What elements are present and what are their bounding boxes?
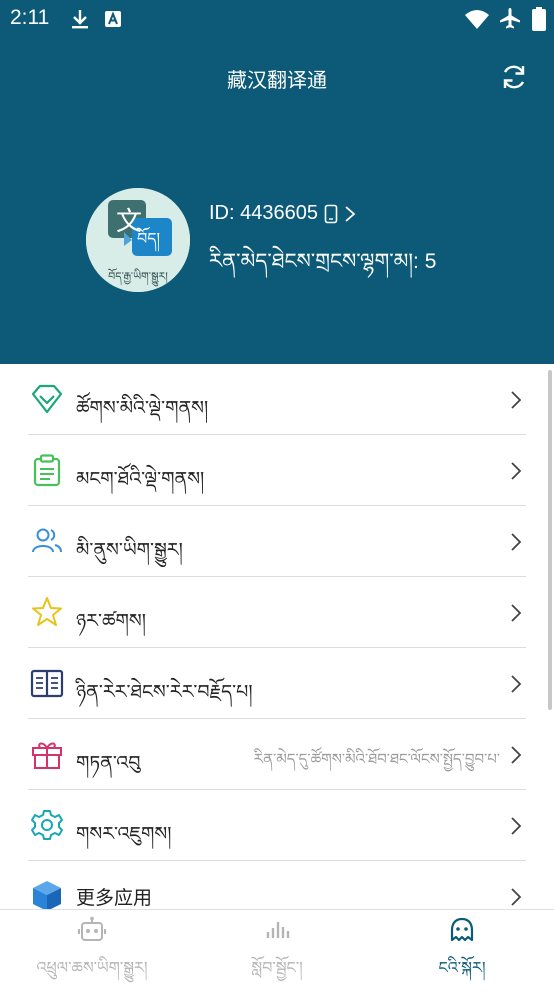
airplane-icon	[500, 8, 520, 29]
menu-item-extra: རིན་མེད་དུ་ཚོགས་མིའི་ཐོབ་ཐང་ལོངས་སྤྱོད་བ…	[253, 750, 500, 768]
menu-item-community[interactable]: མི་ནུས་ཡིག་སྒྱུར།	[28, 506, 526, 577]
a-box-icon	[105, 11, 121, 27]
gift-icon	[32, 742, 62, 769]
wifi-icon	[465, 10, 489, 29]
diamond-icon	[31, 384, 63, 414]
robot-icon	[78, 916, 106, 941]
refresh-icon[interactable]	[499, 62, 529, 92]
cube-icon	[33, 881, 61, 911]
chevron-right-icon	[511, 533, 522, 551]
menu-item-label: ཉར་ཚགས།	[76, 610, 146, 632]
status-bar: 2:11	[0, 0, 554, 38]
gear-icon	[31, 810, 63, 840]
profile-header: 藏汉翻译通 文 བོད། བོད་རྒྱ་ཡིག་སྒྱུར། ID: 4436…	[0, 38, 554, 364]
chevron-right-icon	[511, 817, 522, 835]
menu-item-label: མངག་ཐོའི་ལྡེ་གནས།	[76, 468, 205, 490]
menu-item-label: གཏན་འབུ	[76, 752, 141, 774]
chevron-right-icon	[345, 205, 356, 222]
battery-icon	[532, 7, 546, 31]
chart-icon	[266, 922, 290, 938]
chevron-right-icon	[511, 604, 522, 622]
tab-translate[interactable]: འཕྲུལ་ཆས་ཡིག་སྒྱུར།	[0, 910, 184, 985]
profile-icon	[450, 917, 474, 942]
users-icon	[32, 528, 62, 553]
menu-item-label: 更多应用	[76, 887, 153, 909]
tab-study[interactable]: སློབ་སྦྱོང་།	[185, 910, 369, 985]
menu-item-favorites[interactable]: ཉར་ཚགས།	[28, 577, 526, 648]
status-time: 2:11	[10, 6, 50, 29]
tab-label: ངའི་སྐོར།	[438, 958, 486, 977]
menu-item-label: ཚོགས་མིའི་ལྡེ་གནས།	[76, 397, 209, 419]
menu-list: ཚོགས་མིའི་ལྡེ་གནས། མངག་ཐོའི་ལྡེ་གནས། མི་…	[0, 364, 554, 932]
page-title: 藏汉翻译通	[227, 68, 327, 92]
menu-item-label: གསར་འཇུགས།	[76, 823, 172, 845]
user-id[interactable]: ID: 4436605	[209, 202, 356, 225]
chevron-right-icon	[511, 746, 522, 764]
translate-logo-icon: 文 བོད། བོད་རྒྱ་ཡིག་སྒྱུར།	[86, 188, 190, 292]
tab-label: འཕྲུལ་ཆས་ཡིག་སྒྱུར།	[36, 958, 148, 977]
free-count: རིན་མེད་ཐེངས་གྲངས་ལྷག་མ།: 5	[209, 250, 437, 273]
download-icon	[72, 10, 88, 29]
chevron-right-icon	[511, 462, 522, 480]
chevron-right-icon	[511, 391, 522, 409]
user-id-label: ID: 4436605	[209, 202, 318, 224]
chevron-right-icon	[511, 675, 522, 693]
clipboard-icon	[33, 454, 61, 487]
scrollbar[interactable]	[548, 370, 552, 710]
menu-item-label: མི་ནུས་ཡིག་སྒྱུར།	[76, 539, 183, 561]
avatar[interactable]: 文 བོད། བོད་རྒྱ་ཡིག་སྒྱུར།	[86, 188, 190, 292]
menu-item-history[interactable]: ཉིན་རེར་ཐེངས་རེར་བརྗོད་པ།	[28, 648, 526, 719]
menu-item-gift[interactable]: གཏན་འབུ རིན་མེད་དུ་ཚོགས་མིའི་ཐོབ་ཐང་ལོངས…	[28, 719, 526, 790]
star-icon	[32, 597, 62, 626]
tab-label: སློབ་སྦྱོང་།	[251, 958, 303, 977]
menu-item-vip[interactable]: ཚོགས་མིའི་ལྡེ་གནས།	[28, 364, 526, 435]
phone-icon	[324, 204, 338, 223]
bottom-nav: འཕྲུལ་ཆས་ཡིག་སྒྱུར། སློབ་སྦྱོང་། ངའི་སྐོ…	[0, 909, 554, 984]
book-icon	[30, 669, 64, 698]
menu-item-settings[interactable]: གསར་འཇུགས།	[28, 790, 526, 861]
menu-item-label: ཉིན་རེར་ཐེངས་རེར་བརྗོད་པ།	[76, 681, 253, 703]
chevron-right-icon	[511, 888, 522, 906]
menu-item-records[interactable]: མངག་ཐོའི་ལྡེ་གནས།	[28, 435, 526, 506]
tab-profile[interactable]: ངའི་སྐོར།	[370, 910, 554, 985]
